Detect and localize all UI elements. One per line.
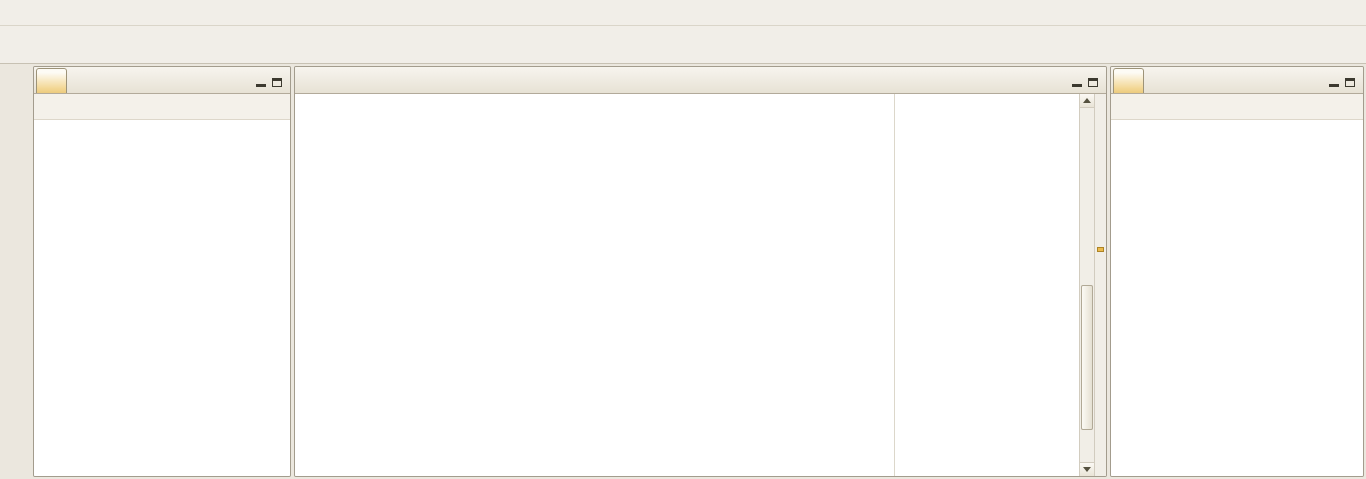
editor-area <box>294 66 1107 477</box>
overview-ruler <box>1094 94 1106 476</box>
main-toolbar <box>0 26 1366 64</box>
scroll-down-icon[interactable] <box>1080 462 1094 476</box>
code-editor[interactable] <box>295 94 1106 476</box>
minimize-editor-icon[interactable] <box>1072 78 1082 87</box>
minimize-view-icon[interactable] <box>1329 78 1339 87</box>
menu-bar <box>0 0 1366 26</box>
members-tabbar <box>1111 67 1363 94</box>
scroll-up-icon[interactable] <box>1080 94 1094 108</box>
tab-package-explorer[interactable] <box>36 68 67 93</box>
package-explorer-tree[interactable] <box>34 120 290 476</box>
workbench <box>0 64 1366 479</box>
maximize-editor-icon[interactable] <box>1088 78 1098 87</box>
package-explorer-toolbar <box>34 94 290 120</box>
package-explorer-panel <box>33 66 291 477</box>
print-margin-line <box>894 94 895 476</box>
editor-tabbar <box>295 67 1106 94</box>
minimize-view-icon[interactable] <box>256 78 266 87</box>
tab-members[interactable] <box>1113 68 1144 93</box>
maximize-view-icon[interactable] <box>1345 78 1355 87</box>
scrollbar-thumb[interactable] <box>1081 285 1093 430</box>
members-panel <box>1110 66 1364 477</box>
editor-vertical-scrollbar[interactable] <box>1079 94 1094 476</box>
maximize-view-icon[interactable] <box>272 78 282 87</box>
package-explorer-tabbar <box>34 67 290 94</box>
left-trim-bar <box>2 66 30 477</box>
overview-annotation-marker[interactable] <box>1097 247 1104 252</box>
members-list[interactable] <box>1111 120 1363 476</box>
members-toolbar <box>1111 94 1363 120</box>
